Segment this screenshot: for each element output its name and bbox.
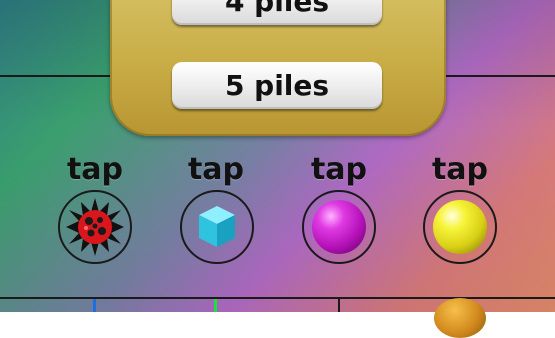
yellow-sphere-icon — [433, 200, 487, 254]
tap-label-mine: tap — [66, 152, 124, 187]
cube-icon — [199, 206, 235, 247]
magenta-sphere-icon — [312, 200, 366, 254]
bottom-divider-vertical — [338, 297, 340, 312]
bottom-blue-marker — [93, 299, 96, 312]
tap-label-magenta: tap — [310, 152, 368, 187]
magenta-piece-button[interactable] — [302, 190, 376, 264]
yellow-piece-button[interactable] — [423, 190, 497, 264]
four-piles-button[interactable]: 4 piles — [172, 0, 382, 25]
bottom-peek-ball — [434, 298, 486, 338]
mine-piece-button[interactable] — [58, 190, 132, 264]
spiky-mine-icon — [66, 198, 124, 256]
tap-label-yellow: tap — [431, 152, 489, 187]
five-piles-button[interactable]: 5 piles — [172, 62, 382, 109]
bottom-divider — [0, 297, 555, 299]
bottom-green-marker — [214, 299, 217, 312]
cube-piece-button[interactable] — [180, 190, 254, 264]
tap-label-cube: tap — [187, 152, 245, 187]
